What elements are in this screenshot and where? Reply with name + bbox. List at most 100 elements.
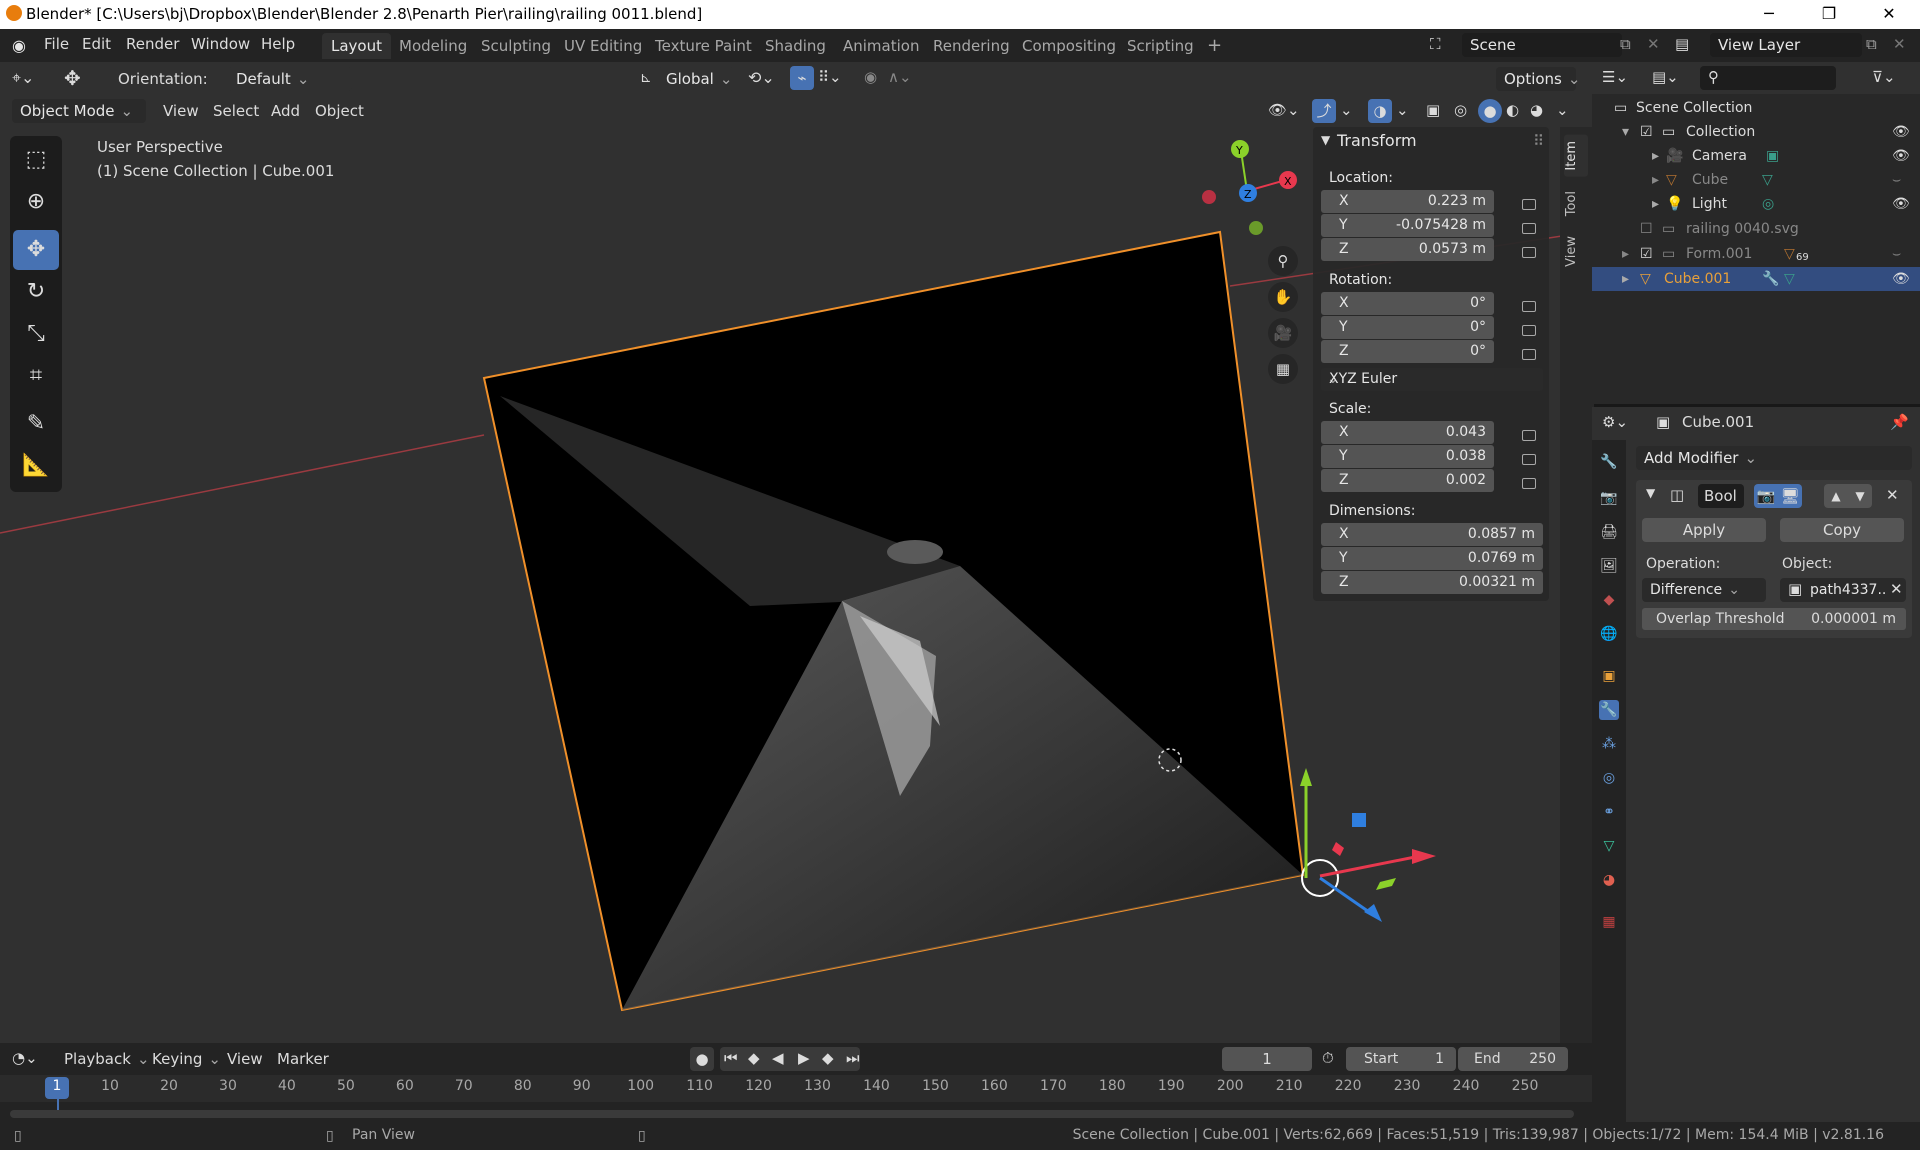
- modifier-name-field[interactable]: Bool: [1698, 484, 1744, 508]
- collapse-icon[interactable]: ▼: [1646, 486, 1655, 500]
- tab-view[interactable]: View: [1564, 230, 1588, 273]
- dimensions-y-field[interactable]: Y 0.0769 m: [1321, 547, 1543, 570]
- lock-icon[interactable]: [1522, 478, 1536, 489]
- outliner-row-camera[interactable]: ▸ 🎥 Camera ▣ 👁: [1592, 144, 1920, 168]
- dimensions-z-field[interactable]: Z 0.00321 m: [1321, 571, 1543, 594]
- scale-z-field[interactable]: Z 0.002: [1321, 469, 1494, 492]
- constraints-properties-icon[interactable]: ⚭: [1599, 802, 1619, 822]
- orientation-dropdown[interactable]: Default: [228, 67, 352, 91]
- remove-view-layer-icon[interactable]: ✕: [1893, 35, 1906, 53]
- menu-render[interactable]: Render: [126, 35, 179, 53]
- move-tool-icon[interactable]: ✥: [64, 66, 81, 90]
- checkbox-icon[interactable]: ☑: [1640, 120, 1653, 144]
- expand-icon[interactable]: ▾: [1622, 120, 1629, 144]
- prev-keyframe-icon[interactable]: ◆: [748, 1049, 760, 1067]
- camera-view-icon[interactable]: 🎥: [1268, 318, 1298, 348]
- solid-shading-icon[interactable]: ●: [1478, 99, 1502, 123]
- hidden-eye-icon[interactable]: ⌣: [1892, 168, 1901, 192]
- scale-x-field[interactable]: X 0.043: [1321, 421, 1494, 444]
- end-frame-field[interactable]: End 250: [1458, 1047, 1568, 1071]
- lock-icon[interactable]: [1522, 223, 1536, 234]
- tab-layout[interactable]: Layout: [322, 33, 391, 59]
- operation-dropdown[interactable]: Difference: [1642, 578, 1766, 602]
- pivot-point-icon[interactable]: ⟲⌄: [748, 68, 775, 87]
- scene-properties-icon[interactable]: ◆: [1599, 590, 1619, 610]
- location-z-field[interactable]: Z 0.0573 m: [1321, 238, 1494, 261]
- collapse-icon[interactable]: ▼: [1321, 133, 1330, 147]
- current-frame-field[interactable]: 1: [1222, 1047, 1312, 1071]
- minimize-icon[interactable]: ─: [1746, 2, 1792, 26]
- outliner-row-railing-svg[interactable]: ☐ ▭ railing 0040.svg: [1592, 217, 1920, 241]
- mesh-data-properties-icon[interactable]: ▽: [1599, 836, 1619, 856]
- cursor-tool-icon[interactable]: ⊕: [13, 182, 59, 222]
- tab-shading[interactable]: Shading: [756, 33, 835, 59]
- tool-properties-icon[interactable]: 🔧: [1599, 452, 1619, 472]
- transform-orientation-dropdown[interactable]: Global: [658, 67, 734, 91]
- dimensions-x-field[interactable]: X 0.0857 m: [1321, 523, 1543, 546]
- scale-y-field[interactable]: Y 0.038: [1321, 445, 1494, 468]
- outliner-row-scene-collection[interactable]: ▭ Scene Collection: [1592, 96, 1920, 120]
- snap-toggle-icon[interactable]: ⌁: [790, 66, 814, 90]
- visibility-icon[interactable]: 👁⌄: [1268, 101, 1300, 119]
- tab-tool[interactable]: Tool: [1564, 185, 1588, 222]
- viewport-menu-object[interactable]: Object: [315, 102, 364, 120]
- object-properties-icon[interactable]: ▣: [1599, 666, 1619, 686]
- marker-menu[interactable]: Marker: [277, 1050, 329, 1068]
- overlap-threshold-field[interactable]: Overlap Threshold 0.000001 m: [1642, 608, 1906, 630]
- lock-icon[interactable]: [1522, 325, 1536, 336]
- start-frame-field[interactable]: Start 1: [1346, 1047, 1456, 1071]
- blender-menu-icon[interactable]: ◉: [12, 36, 26, 55]
- select-box-icon[interactable]: ⬚: [13, 140, 59, 180]
- move-tool-button[interactable]: ✥: [13, 230, 59, 270]
- properties-editor-icon[interactable]: ⚙⌄: [1602, 413, 1628, 431]
- lock-icon[interactable]: [1522, 454, 1536, 465]
- playback-menu[interactable]: Playback: [64, 1050, 150, 1068]
- outliner-editor-icon[interactable]: ☰⌄: [1602, 68, 1628, 86]
- filter-icon[interactable]: ⊽⌄: [1872, 68, 1896, 86]
- add-modifier-dropdown[interactable]: Add Modifier: [1636, 446, 1912, 470]
- lock-icon[interactable]: [1522, 430, 1536, 441]
- eye-icon[interactable]: 👁: [1892, 267, 1910, 291]
- record-icon[interactable]: ●: [690, 1047, 714, 1071]
- shading-menu-icon[interactable]: ⌄: [1556, 101, 1569, 119]
- physics-properties-icon[interactable]: ◎: [1599, 768, 1619, 788]
- rendered-shading-icon[interactable]: ◕: [1530, 101, 1543, 119]
- view-layer-selector[interactable]: View Layer: [1710, 33, 1862, 57]
- next-keyframe-icon[interactable]: ◆: [822, 1049, 834, 1067]
- texture-properties-icon[interactable]: ▦: [1599, 912, 1619, 932]
- keying-menu[interactable]: Keying: [152, 1050, 221, 1068]
- stopwatch-icon[interactable]: ⏱: [1322, 1049, 1334, 1067]
- lock-icon[interactable]: [1522, 301, 1536, 312]
- jump-end-icon[interactable]: ⏭: [846, 1049, 860, 1067]
- tab-modeling[interactable]: Modeling: [390, 33, 476, 59]
- material-shading-icon[interactable]: ◐: [1506, 101, 1519, 119]
- tab-rendering[interactable]: Rendering: [924, 33, 1019, 59]
- viewport-menu-add[interactable]: Add: [271, 102, 300, 120]
- timeline-scrollbar[interactable]: [10, 1110, 1574, 1118]
- pan-hand-icon[interactable]: ✋: [1268, 282, 1298, 312]
- location-y-field[interactable]: Y -0.075428 m: [1321, 214, 1494, 237]
- zoom-icon[interactable]: ⚲: [1268, 246, 1298, 276]
- falloff-icon[interactable]: ∧⌄: [888, 68, 912, 86]
- remove-scene-icon[interactable]: ✕: [1647, 35, 1660, 53]
- view-layer-icon[interactable]: ▤: [1675, 35, 1689, 53]
- options-dropdown[interactable]: Options: [1496, 67, 1576, 91]
- display-mode-icon[interactable]: ▤⌄: [1652, 68, 1679, 86]
- viewport-menu-view[interactable]: View: [163, 102, 199, 120]
- eye-icon[interactable]: 👁: [1892, 144, 1910, 168]
- render-properties-icon[interactable]: 📷: [1599, 488, 1619, 508]
- tab-texture-paint[interactable]: Texture Paint: [646, 33, 761, 59]
- render-toggle-icon[interactable]: 📷: [1754, 484, 1778, 508]
- timeline-ruler[interactable]: 1 10 20 30 40 50 60 70 80 90 100 110 120 130 140 150 160…: [0, 1075, 1592, 1115]
- copy-button[interactable]: Copy: [1780, 518, 1904, 542]
- outliner-row-light[interactable]: ▸ 💡 Light ◎ 👁: [1592, 192, 1920, 216]
- play-icon[interactable]: ▶: [798, 1049, 810, 1067]
- remove-modifier-icon[interactable]: ✕: [1886, 486, 1899, 504]
- move-down-icon[interactable]: ▼: [1848, 484, 1872, 508]
- eye-icon[interactable]: 👁: [1892, 192, 1910, 216]
- rotation-x-field[interactable]: X 0°: [1321, 292, 1494, 315]
- rotation-mode-dropdown[interactable]: XYZ Euler: [1321, 368, 1543, 391]
- outliner-search-input[interactable]: [1700, 66, 1836, 90]
- jump-start-icon[interactable]: ⏮: [724, 1049, 738, 1067]
- new-scene-icon[interactable]: ⧉: [1620, 35, 1631, 53]
